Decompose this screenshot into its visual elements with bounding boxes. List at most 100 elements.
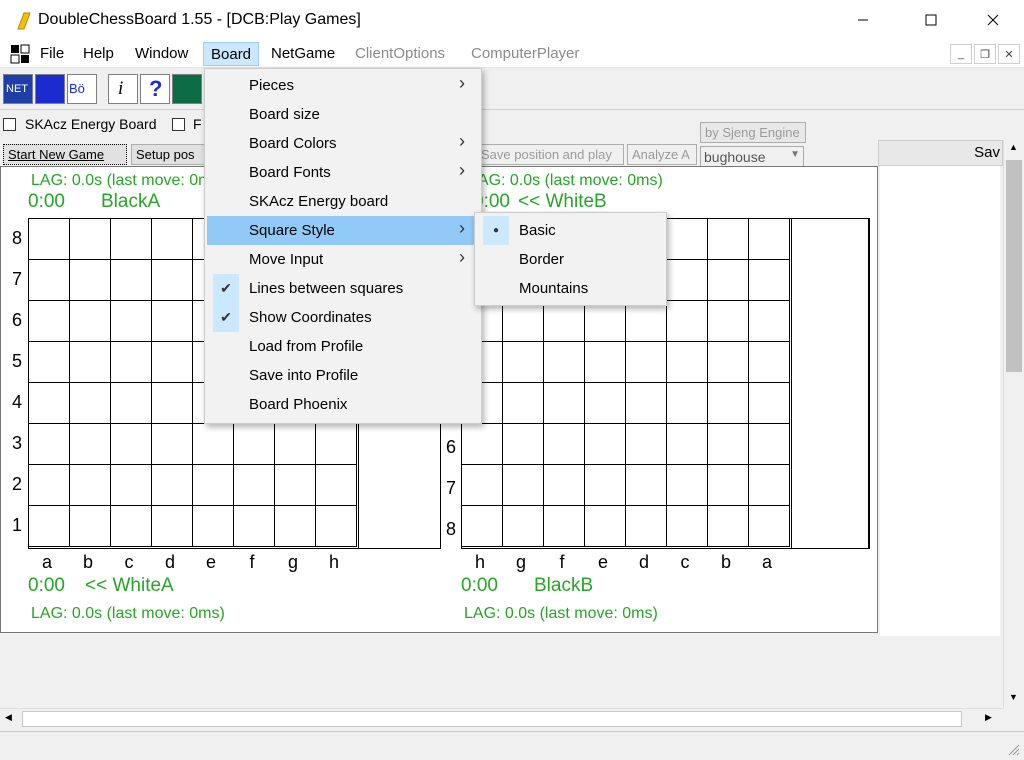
board-square[interactable] [749, 506, 790, 547]
board-square[interactable] [708, 301, 749, 342]
board-square[interactable] [749, 342, 790, 383]
scroll-left-icon[interactable]: ◀ [5, 712, 12, 723]
board-square[interactable] [234, 506, 275, 547]
close-button[interactable] [970, 0, 1016, 40]
board-menu-item[interactable]: SKAcz Energy board [207, 187, 479, 216]
board-square[interactable] [111, 260, 152, 301]
net-icon-button[interactable]: NET [3, 74, 33, 104]
board-square[interactable] [626, 465, 667, 506]
board-square[interactable] [70, 342, 111, 383]
vertical-scroll-thumb[interactable] [1006, 160, 1022, 372]
board-square[interactable] [708, 342, 749, 383]
skacz-checkbox[interactable] [3, 118, 16, 131]
vertical-scrollbar[interactable]: ▲ ▼ [1003, 140, 1024, 708]
board-square[interactable] [708, 506, 749, 547]
board-menu-item[interactable]: Pieces › [207, 71, 479, 100]
board-square[interactable] [70, 219, 111, 260]
board-square[interactable] [29, 383, 70, 424]
board-square[interactable] [193, 506, 234, 547]
board-square[interactable] [316, 424, 357, 465]
board-square[interactable] [708, 465, 749, 506]
scroll-up-icon[interactable]: ▲ [1009, 142, 1018, 152]
board-menu-item[interactable]: Square Style › [207, 216, 479, 245]
board-square[interactable] [70, 465, 111, 506]
board-square[interactable] [29, 465, 70, 506]
board-square[interactable] [667, 219, 708, 260]
board-menu-item[interactable]: Board size [207, 100, 479, 129]
board-square[interactable] [70, 383, 111, 424]
board-square[interactable] [70, 301, 111, 342]
mdi-child-icon[interactable] [10, 44, 30, 64]
board-square[interactable] [234, 424, 275, 465]
board-square[interactable] [111, 383, 152, 424]
setup-pos-button[interactable]: Setup pos [131, 144, 211, 165]
board-menu-item[interactable]: Load from Profile [207, 332, 479, 361]
board-square[interactable] [667, 301, 708, 342]
board-square[interactable] [275, 424, 316, 465]
board-square[interactable] [152, 301, 193, 342]
horizontal-scroll-thumb[interactable] [22, 711, 962, 727]
board-menu-item[interactable]: Board Fonts › [207, 158, 479, 187]
board-square[interactable] [667, 260, 708, 301]
menu-help[interactable]: Help [76, 42, 121, 66]
board-square[interactable] [708, 383, 749, 424]
board-square[interactable] [667, 342, 708, 383]
save-list-panel[interactable] [880, 166, 1000, 636]
board-square[interactable] [316, 506, 357, 547]
board-square[interactable] [462, 465, 503, 506]
maximize-button[interactable] [908, 0, 954, 40]
board-square[interactable] [626, 506, 667, 547]
board-square[interactable] [708, 219, 749, 260]
board-square[interactable] [152, 424, 193, 465]
window-button[interactable] [172, 74, 202, 104]
board-square[interactable] [544, 506, 585, 547]
board-square[interactable] [585, 506, 626, 547]
menu-file[interactable]: File [33, 42, 71, 66]
board-square[interactable] [152, 260, 193, 301]
board-square[interactable] [749, 465, 790, 506]
sjeng-engine-button[interactable]: by Sjeng Engine [700, 122, 806, 143]
board-square[interactable] [29, 260, 70, 301]
board-square[interactable] [749, 260, 790, 301]
save-header[interactable]: Sav [878, 140, 1003, 166]
help-button[interactable]: ? [140, 74, 170, 104]
board-square[interactable] [585, 424, 626, 465]
start-new-game-button[interactable]: Start New Game [3, 144, 127, 165]
board-square[interactable] [749, 383, 790, 424]
board-square[interactable] [626, 342, 667, 383]
board-menu-item[interactable]: ✔ Show Coordinates [207, 303, 479, 332]
board-square[interactable] [503, 342, 544, 383]
info-button[interactable]: i [108, 74, 138, 104]
square-style-item[interactable]: Border [477, 245, 664, 274]
board-menu-item[interactable]: ✔ Lines between squares [207, 274, 479, 303]
board-square[interactable] [29, 219, 70, 260]
mdi-restore-button[interactable]: ❐ [974, 44, 996, 64]
board-square[interactable] [544, 424, 585, 465]
minimize-button[interactable] [840, 0, 886, 40]
board-square[interactable] [111, 219, 152, 260]
board-square[interactable] [667, 506, 708, 547]
board-square[interactable] [503, 383, 544, 424]
board-square[interactable] [626, 301, 667, 342]
board-square[interactable] [316, 465, 357, 506]
board-square[interactable] [667, 465, 708, 506]
board-square[interactable] [152, 506, 193, 547]
f-checkbox[interactable] [172, 118, 185, 131]
board-square[interactable] [275, 465, 316, 506]
mdi-close-button[interactable]: ✕ [998, 44, 1020, 64]
scroll-right-icon[interactable]: ▶ [985, 712, 992, 723]
board-square[interactable] [70, 424, 111, 465]
board-square[interactable] [585, 465, 626, 506]
board-square[interactable] [544, 465, 585, 506]
board-square[interactable] [152, 342, 193, 383]
board-square[interactable] [29, 506, 70, 547]
board-square[interactable] [152, 219, 193, 260]
square-style-item[interactable]: Mountains [477, 274, 664, 303]
board-square[interactable] [70, 260, 111, 301]
menu-window[interactable]: Window [128, 42, 195, 66]
board-square[interactable] [111, 342, 152, 383]
board-square[interactable] [29, 424, 70, 465]
board-square[interactable] [503, 506, 544, 547]
board-square[interactable] [585, 342, 626, 383]
board-menu-item[interactable]: Move Input › [207, 245, 479, 274]
